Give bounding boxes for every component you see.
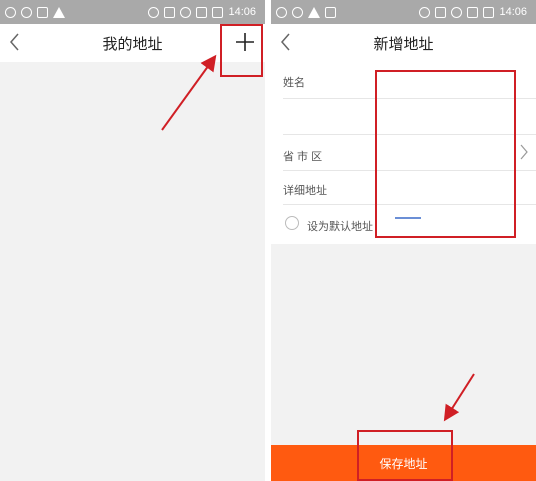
app-notification-icon [292, 6, 303, 18]
search-icon [276, 6, 287, 18]
location-icon [148, 6, 160, 18]
status-bar: 14:06 [271, 0, 536, 24]
status-time: 14:06 [228, 6, 256, 18]
chevron-right-icon[interactable] [520, 144, 528, 160]
new-address-screen: 14:06 新增地址 姓名 省 市 区 详细地址 设为默认地址 保存地址 [271, 0, 536, 481]
search-icon [5, 6, 16, 18]
wifi-icon [451, 6, 463, 18]
battery-icon [483, 6, 495, 18]
signal-icon [467, 6, 479, 18]
app-notification-icon [21, 6, 32, 18]
back-icon[interactable] [8, 32, 22, 52]
vibrate-icon [435, 6, 447, 18]
image-notification-icon [325, 6, 336, 18]
status-bar: 14:06 [0, 0, 265, 24]
page-title: 新增地址 [373, 35, 434, 53]
warning-icon [53, 6, 65, 18]
image-notification-icon [37, 6, 48, 18]
back-icon[interactable] [279, 32, 293, 52]
status-time: 14:06 [499, 6, 527, 18]
wifi-icon [180, 6, 192, 18]
battery-icon [212, 6, 224, 18]
highlight-box-add [220, 24, 263, 77]
signal-icon [196, 6, 208, 18]
default-address-radio[interactable] [285, 216, 299, 230]
highlight-box-form [375, 70, 516, 238]
page-title: 我的地址 [102, 35, 163, 53]
address-list-screen: 14:06 我的地址 [0, 0, 265, 481]
location-icon [419, 6, 431, 18]
nav-bar: 新增地址 [271, 24, 536, 62]
warning-icon [308, 6, 320, 18]
vibrate-icon [164, 6, 176, 18]
highlight-box-save [357, 430, 453, 481]
